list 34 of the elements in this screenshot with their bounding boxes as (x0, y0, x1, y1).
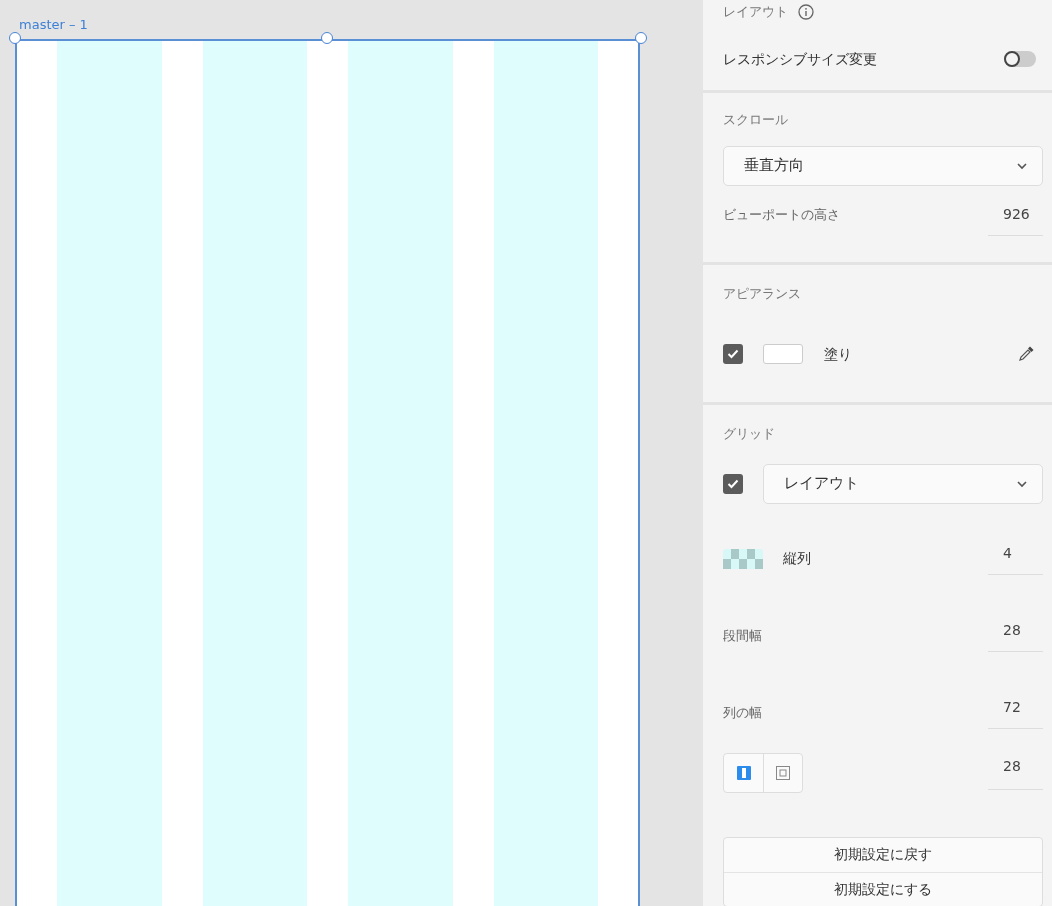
field-label: 列の幅 (723, 704, 762, 722)
checkbox[interactable] (723, 473, 743, 494)
checkmark-icon (727, 478, 739, 489)
field-label: ビューポートの高さ (723, 206, 840, 224)
scroll-dropdown[interactable]: 垂直方向 (723, 145, 1043, 186)
reset-button[interactable]: 初期設定にする (724, 871, 1042, 906)
columns-icon (735, 764, 752, 781)
number-field[interactable]: 28 (988, 619, 1043, 652)
fill-label: 塗り (824, 344, 853, 364)
resize-handle[interactable] (635, 32, 647, 44)
section-title: アピアランス (723, 285, 802, 303)
field-label: 段間幅 (723, 627, 762, 645)
number-field[interactable]: 72 (988, 696, 1043, 729)
reset-button[interactable]: 初期設定に戻す (724, 837, 1042, 872)
number-field[interactable]: 4 (988, 542, 1043, 575)
responsive-resize-label: レスポンシブサイズ変更 (723, 49, 877, 69)
resize-handle[interactable] (9, 32, 21, 44)
chevron-down-icon (1016, 161, 1028, 170)
grid-columns-icon (723, 548, 763, 569)
resize-handle[interactable] (321, 32, 333, 44)
square-icon (775, 764, 791, 781)
checkbox[interactable] (723, 344, 743, 365)
chevron-down-icon (1016, 479, 1028, 488)
toggle-switch[interactable] (1004, 51, 1036, 68)
number-field[interactable]: 28 (988, 755, 1043, 790)
section-title: レイアウト (723, 3, 788, 21)
checkmark-icon (727, 349, 739, 360)
field-label: 縦列 (783, 549, 811, 569)
grid-type-dropdown[interactable]: レイアウト (763, 463, 1043, 504)
section-title: グリッド (723, 425, 776, 443)
viewport-height-field[interactable]: 926 (988, 203, 1043, 236)
fill-swatch[interactable] (763, 344, 803, 365)
info-icon[interactable] (798, 4, 814, 21)
section-title: スクロール (723, 111, 789, 129)
